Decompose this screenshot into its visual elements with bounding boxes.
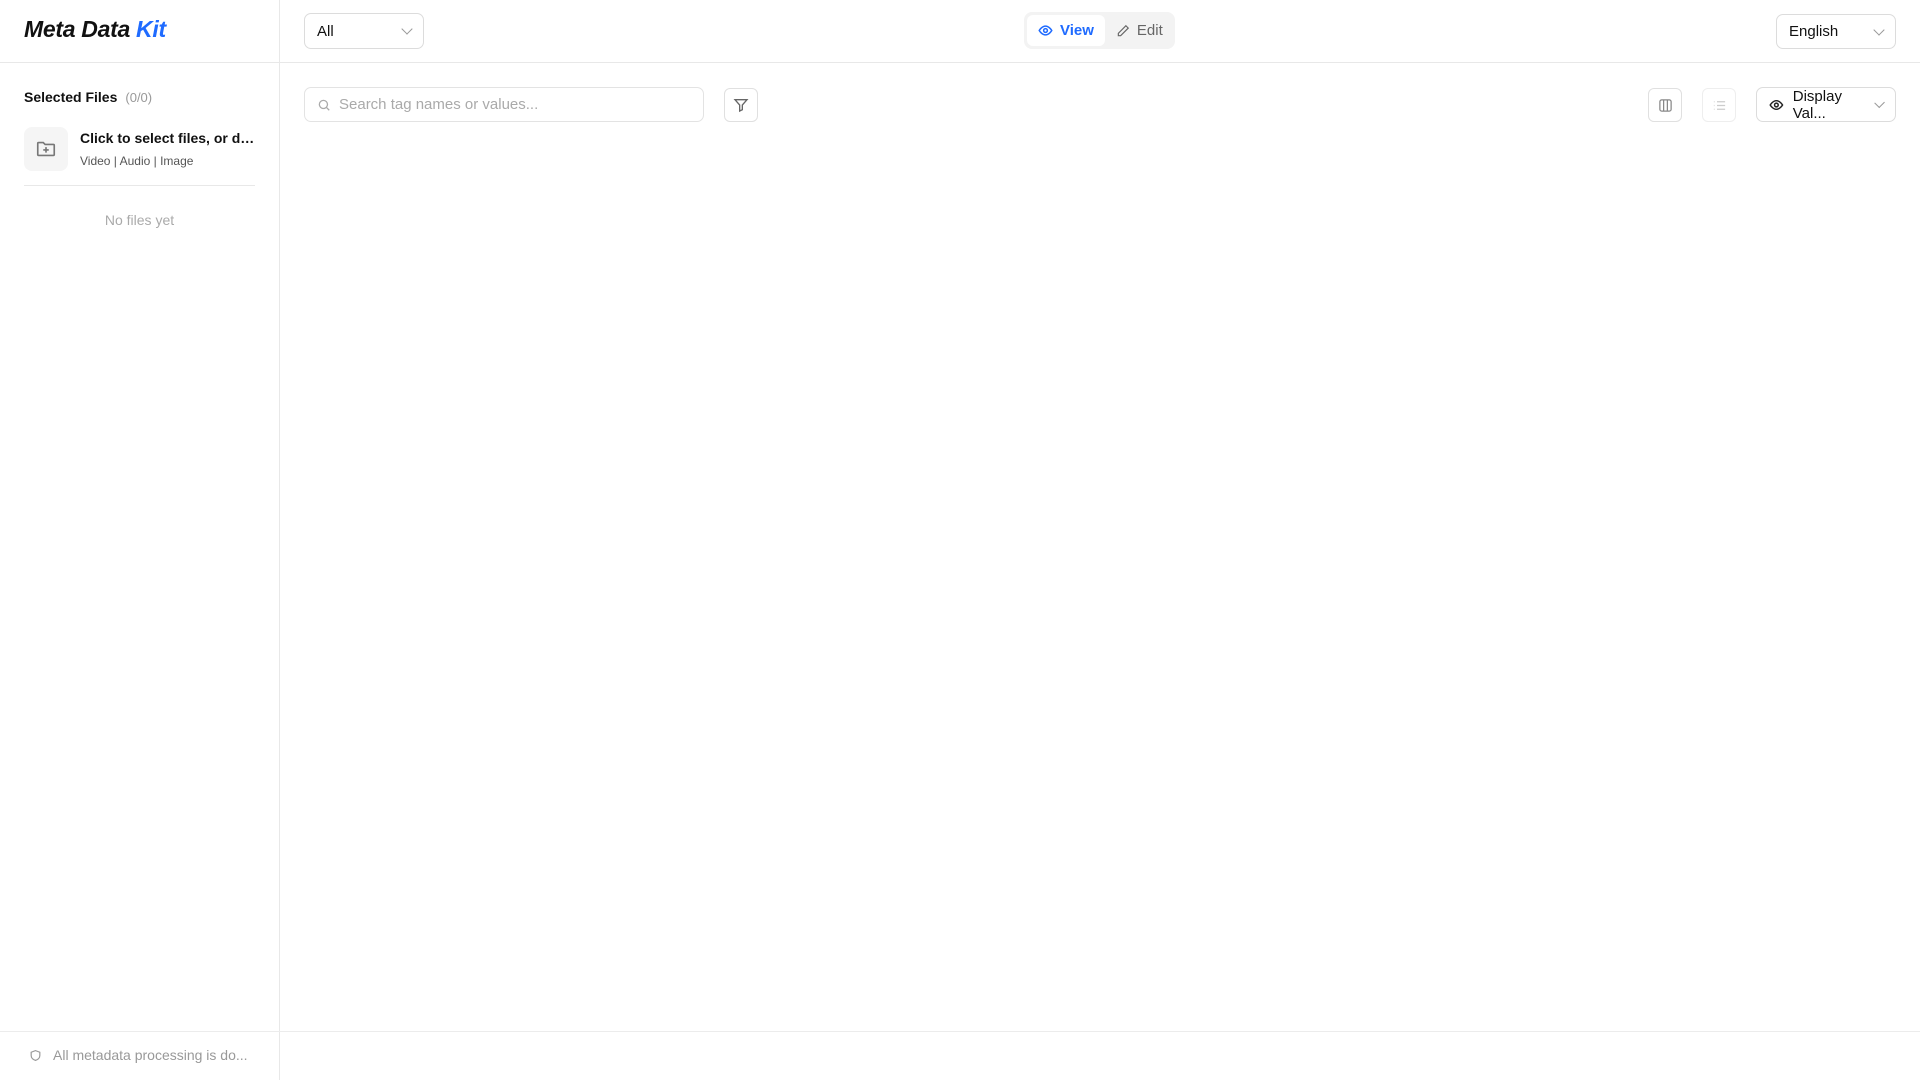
language-select[interactable]: English xyxy=(1776,14,1896,49)
logo-accent: Kit xyxy=(136,16,166,42)
logo-text: Meta Data xyxy=(24,16,137,42)
empty-state: No files yet xyxy=(104,212,175,228)
selected-files-heading: Selected Files (0/0) xyxy=(24,89,152,105)
sidebar-divider xyxy=(279,0,280,1080)
edit-label: Edit xyxy=(1136,22,1163,39)
eye-icon xyxy=(1038,25,1053,36)
footer-divider xyxy=(0,1031,1920,1032)
sidebar-separator xyxy=(24,185,255,186)
header-divider xyxy=(0,62,1920,63)
columns-icon xyxy=(1658,98,1672,112)
edit-mode-button[interactable]: Edit xyxy=(1105,15,1174,46)
category-select[interactable]: All xyxy=(304,13,424,49)
chevron-down-icon xyxy=(1873,23,1885,36)
privacy-text: All metadata processing is do... xyxy=(53,1047,248,1063)
list-icon xyxy=(1713,100,1725,110)
shield-icon xyxy=(30,1049,41,1061)
pencil-icon xyxy=(1117,24,1129,36)
mode-toggle: View Edit xyxy=(1024,12,1175,49)
selected-files-title: Selected Files xyxy=(24,89,118,105)
display-values-label: Display Val... xyxy=(1792,87,1842,122)
upload-prompt[interactable]: Click to select files, or dra... xyxy=(80,130,255,146)
view-mode-button[interactable]: View xyxy=(1027,15,1105,46)
category-select-value: All xyxy=(317,22,334,40)
search-input[interactable] xyxy=(339,96,679,113)
search-icon xyxy=(318,99,330,111)
list-view-button[interactable] xyxy=(1702,88,1736,122)
chevron-down-icon xyxy=(401,23,413,35)
columns-view-button[interactable] xyxy=(1648,88,1682,122)
eye-icon xyxy=(1769,99,1784,110)
filter-icon xyxy=(733,99,749,113)
privacy-note: All metadata processing is do... xyxy=(29,1047,248,1063)
display-values-select[interactable]: Display Val... xyxy=(1756,87,1896,122)
folder-plus-icon xyxy=(36,141,56,157)
upload-types: Video | Audio | Image xyxy=(80,154,194,168)
view-label: View xyxy=(1060,22,1094,39)
language-value: English xyxy=(1789,23,1839,40)
app-logo: Meta Data Kit xyxy=(24,16,166,43)
filter-button[interactable] xyxy=(724,88,758,122)
chevron-down-icon xyxy=(1873,97,1885,108)
selected-files-count: (0/0) xyxy=(125,90,153,105)
search-box[interactable] xyxy=(304,87,704,122)
file-upload-button[interactable] xyxy=(24,127,68,171)
